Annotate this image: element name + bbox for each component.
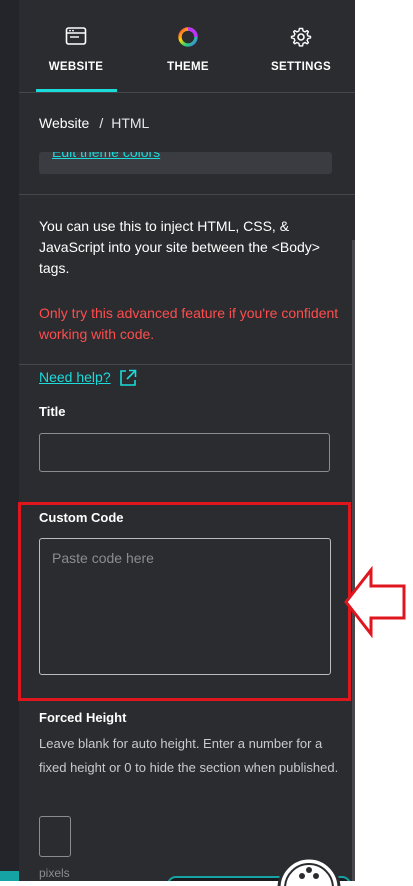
forced-height-label: Forced Height xyxy=(39,710,127,725)
title-label: Title xyxy=(39,404,66,419)
tab-website-label: WEBSITE xyxy=(48,61,104,73)
breadcrumb-root[interactable]: Website xyxy=(39,115,89,131)
panel-scrollbar[interactable] xyxy=(352,240,355,881)
section-divider xyxy=(19,194,355,195)
custom-code-label: Custom Code xyxy=(39,510,124,525)
info-text: You can use this to inject HTML, CSS, & … xyxy=(39,218,320,276)
breadcrumb-separator: / xyxy=(99,115,104,131)
title-input[interactable] xyxy=(39,433,330,472)
external-link-icon[interactable] xyxy=(118,368,138,393)
color-wheel-icon xyxy=(177,26,199,53)
tab-bar: WEBSITE THEME SETTINGS xyxy=(19,0,355,93)
editor-panel: WEBSITE THEME SETTINGS Website / HTML Ed… xyxy=(19,0,355,881)
active-tab-indicator xyxy=(36,89,117,92)
support-chat-icon[interactable] xyxy=(275,856,345,886)
tab-settings[interactable]: SETTINGS xyxy=(246,0,355,92)
breadcrumb-current: HTML xyxy=(111,115,150,131)
section-divider xyxy=(19,364,355,365)
forced-height-input[interactable] xyxy=(39,816,71,857)
tab-website[interactable]: WEBSITE xyxy=(21,0,131,92)
breadcrumb: Website / HTML xyxy=(39,115,149,131)
gear-icon xyxy=(290,26,312,53)
browser-window-icon xyxy=(65,26,87,51)
tab-theme[interactable]: THEME xyxy=(133,0,243,92)
theme-colors-card: Edit theme colors xyxy=(39,152,332,174)
custom-code-textarea[interactable] xyxy=(39,538,331,675)
annotation-arrow-icon xyxy=(344,566,406,638)
tab-theme-label: THEME xyxy=(167,61,209,73)
tab-settings-label: SETTINGS xyxy=(271,61,331,73)
background-accent xyxy=(0,871,19,881)
edit-theme-colors-link[interactable]: Edit theme colors xyxy=(52,152,160,160)
background-page-strip xyxy=(0,0,19,881)
warning-text: Only try this advanced feature if you're… xyxy=(39,305,339,342)
need-help-link[interactable]: Need help? xyxy=(39,369,111,385)
forced-height-description: Leave blank for auto height. Enter a num… xyxy=(39,736,339,775)
pixels-unit-label: pixels xyxy=(39,866,70,880)
